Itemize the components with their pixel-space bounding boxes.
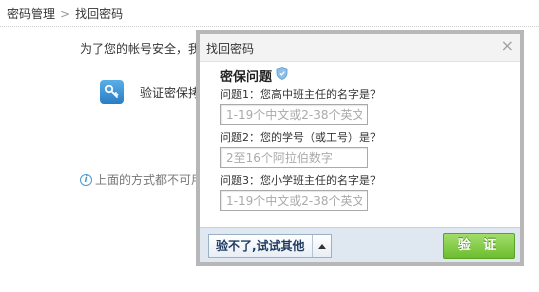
question-3-answer-input[interactable] <box>220 190 368 211</box>
dialog-title-bar[interactable]: 找回密码 × <box>200 34 520 62</box>
caret-up-icon[interactable] <box>313 235 331 257</box>
verify-security-method[interactable]: 验证密保拷 <box>100 79 200 105</box>
dialog-title: 找回密码 <box>206 42 255 56</box>
try-other-methods-button[interactable]: 验不了,试试其他 <box>208 234 332 258</box>
find-password-dialog: 找回密码 × 密保问题 问题1：您高中班主任的名字是？ 问题2：您的学号（或工号… <box>196 30 524 266</box>
breadcrumb-link-password-management[interactable]: 密码管理 <box>7 7 55 21</box>
question-3-label: 问题3：您小学班主任的名字是？ <box>220 174 381 187</box>
question-2-answer-input[interactable] <box>220 147 368 168</box>
section-title-text: 密保问题 <box>220 70 273 85</box>
verify-button[interactable]: 验 证 <box>443 233 515 259</box>
section-title: 密保问题 <box>220 66 288 85</box>
intro-text: 为了您的帐号安全，我 <box>80 42 201 56</box>
close-icon[interactable]: × <box>501 38 514 54</box>
breadcrumb-separator: > <box>60 7 71 21</box>
question-1-answer-input[interactable] <box>220 104 368 125</box>
shield-icon <box>276 67 288 84</box>
try-other-methods-label: 验不了,试试其他 <box>209 235 313 257</box>
hint-text: 上面的方式都不可用 <box>95 173 204 187</box>
breadcrumb-current: 找回密码 <box>75 7 124 21</box>
fallback-hint: i 上面的方式都不可用 <box>80 171 203 188</box>
breadcrumb: 密码管理 > 找回密码 <box>7 5 123 21</box>
question-2-label: 问题2：您的学号（或工号）是？ <box>220 131 381 144</box>
dialog-footer: 验不了,试试其他 验 证 <box>200 227 520 262</box>
dialog-body: 密保问题 问题1：您高中班主任的名字是？ 问题2：您的学号（或工号）是？ 问题3… <box>200 62 520 232</box>
key-icon <box>100 80 124 104</box>
info-icon: i <box>80 173 92 186</box>
method-label: 验证密保拷 <box>140 85 201 100</box>
breadcrumb-divider <box>0 26 539 27</box>
question-1-label: 问题1：您高中班主任的名字是？ <box>220 88 381 101</box>
